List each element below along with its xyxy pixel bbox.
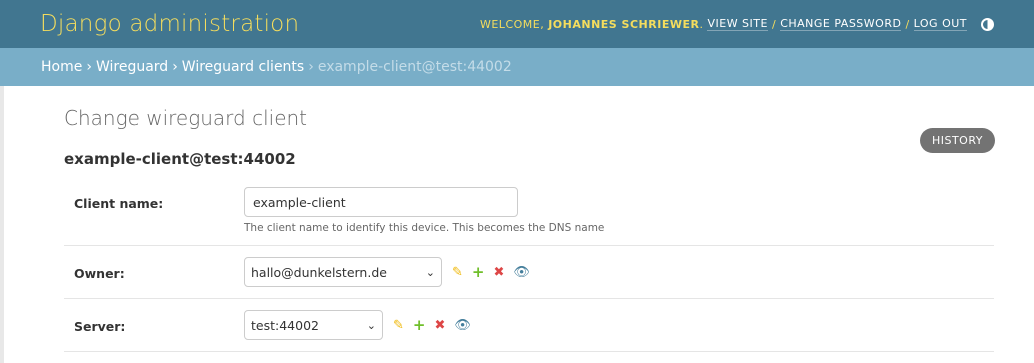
site-title[interactable]: Django administration	[40, 11, 299, 37]
eye-icon[interactable]: 👁	[513, 266, 530, 279]
pencil-icon[interactable]: ✎	[393, 319, 404, 332]
change-password-link[interactable]: Change password	[780, 17, 902, 31]
server-selected-value: test:44002	[251, 317, 319, 333]
theme-toggle-icon[interactable]	[981, 17, 994, 31]
client-name-field: The client name to identify this device.…	[244, 187, 604, 234]
form-row-server: Server: test:44002 ⌄ ✎ + ✖ 👁	[64, 299, 994, 352]
object-title: example-client@test:44002	[64, 150, 296, 168]
breadcrumb-separator: ›	[172, 59, 178, 75]
form-row-client-name: Client name: The client name to identify…	[64, 176, 994, 246]
owner-field: hallo@dunkelstern.de ⌄ ✎ + ✖ 👁	[244, 257, 539, 287]
delete-icon[interactable]: ✖	[434, 319, 445, 332]
chevron-down-icon: ⌄	[366, 318, 376, 332]
server-field: test:44002 ⌄ ✎ + ✖ 👁	[244, 310, 480, 340]
breadcrumb-home[interactable]: Home	[41, 59, 82, 75]
log-out-link[interactable]: Log out	[913, 17, 967, 31]
breadcrumb-separator: ›	[86, 59, 92, 75]
server-label: Server:	[74, 319, 126, 334]
breadcrumb-model[interactable]: Wireguard clients	[182, 59, 304, 75]
owner-select[interactable]: hallo@dunkelstern.de ⌄	[244, 257, 442, 287]
history-button[interactable]: History	[919, 128, 995, 153]
pencil-icon[interactable]: ✎	[452, 266, 463, 279]
view-site-link[interactable]: View site	[707, 17, 768, 31]
eye-icon[interactable]: 👁	[454, 319, 471, 332]
client-name-input[interactable]	[244, 187, 518, 217]
username: Johannes Schriewer	[548, 17, 700, 31]
plus-icon[interactable]: +	[413, 317, 426, 333]
main: Change wireguard client History example-…	[0, 86, 1034, 363]
form-row-owner: Owner: hallo@dunkelstern.de ⌄ ✎ + ✖ 👁	[64, 246, 994, 299]
user-tools: Welcome, Johannes Schriewer. View site /…	[480, 17, 994, 31]
header: Django administration Welcome, Johannes …	[0, 0, 1034, 48]
server-related-links: ✎ + ✖ 👁	[393, 317, 480, 333]
breadcrumb-app[interactable]: Wireguard	[96, 59, 168, 75]
owner-label: Owner:	[74, 266, 125, 281]
owner-related-links: ✎ + ✖ 👁	[452, 264, 539, 280]
separator: /	[905, 17, 910, 31]
delete-icon[interactable]: ✖	[493, 266, 504, 279]
breadcrumb-current: example-client@test:44002	[317, 59, 512, 75]
breadcrumb: Home › Wireguard › Wireguard clients › e…	[0, 48, 1034, 86]
separator: /	[771, 17, 777, 31]
owner-selected-value: hallo@dunkelstern.de	[251, 264, 387, 280]
server-select[interactable]: test:44002 ⌄	[244, 310, 383, 340]
breadcrumb-separator: ›	[308, 59, 314, 75]
plus-icon[interactable]: +	[472, 264, 485, 280]
client-name-label: Client name:	[74, 196, 164, 211]
content: Change wireguard client History example-…	[0, 86, 1034, 352]
page-title: Change wireguard client	[64, 106, 308, 130]
client-name-help: The client name to identify this device.…	[244, 222, 605, 234]
welcome-text: Welcome,	[479, 17, 545, 31]
chevron-down-icon: ⌄	[425, 265, 435, 279]
